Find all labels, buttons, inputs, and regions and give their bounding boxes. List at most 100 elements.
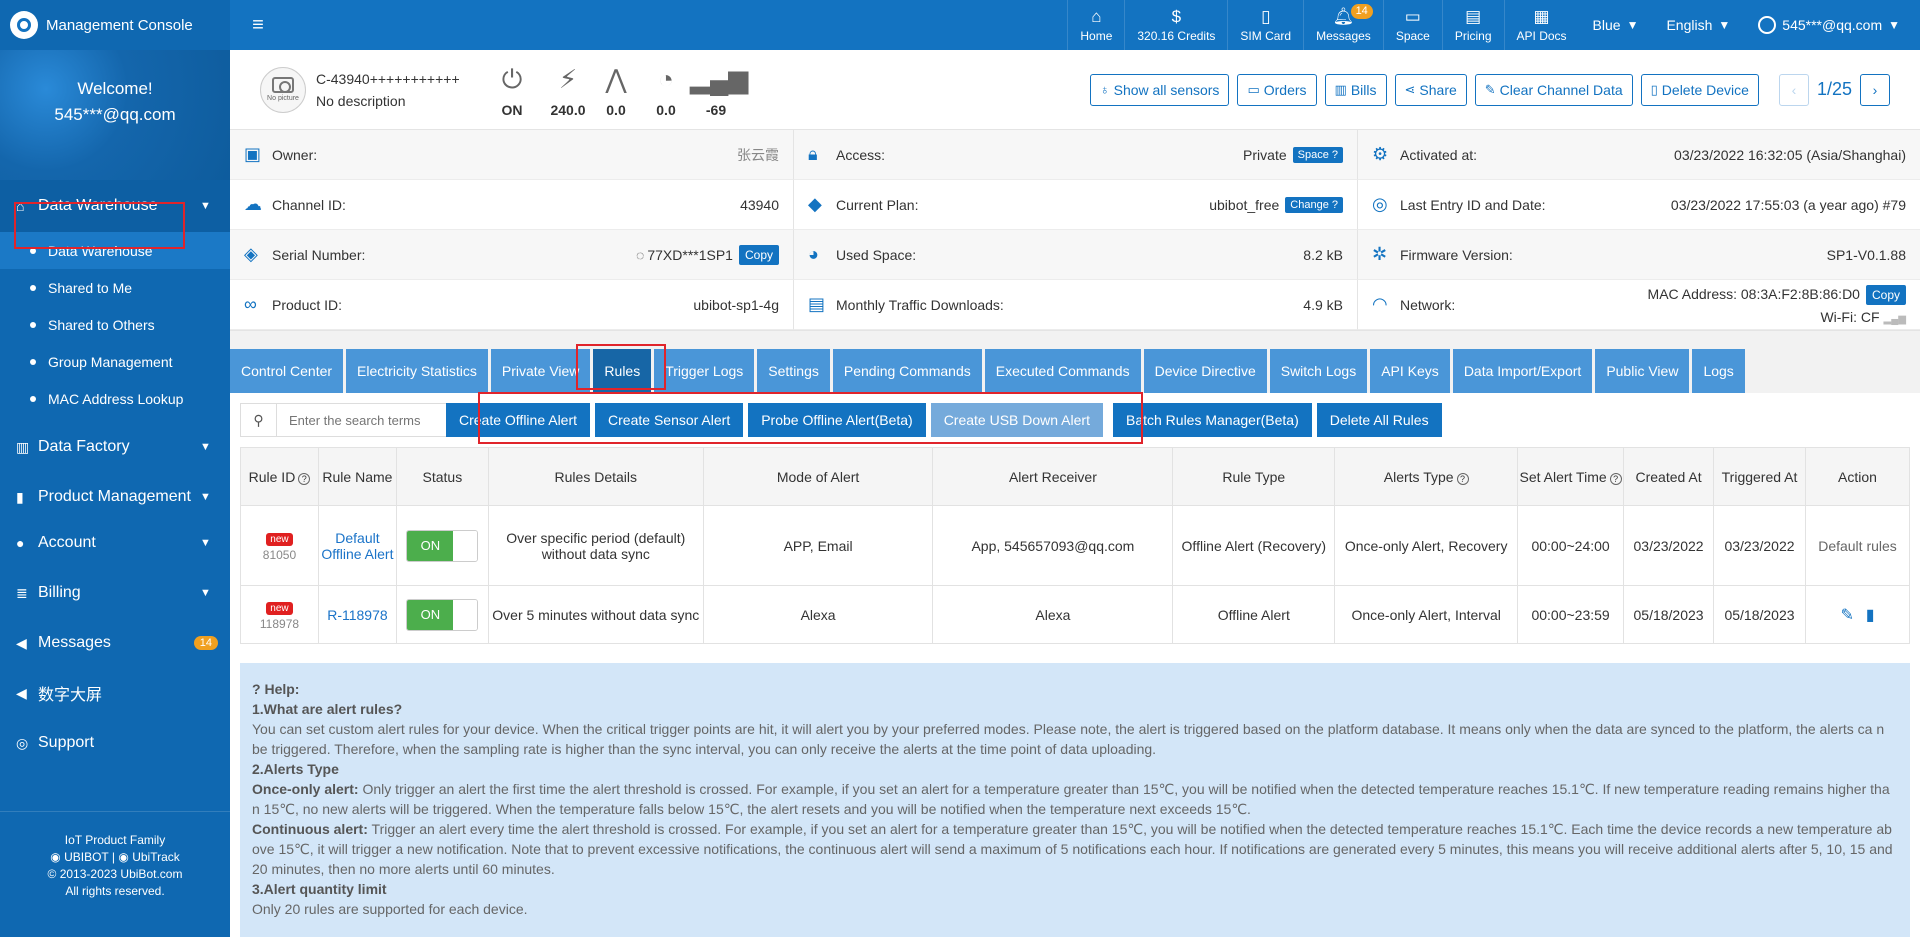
signal-icon: ▂▄▆ (1883, 313, 1906, 325)
next-device-button[interactable]: › (1860, 73, 1890, 106)
cell-alert-receiver: App, 545657093@qq.com (932, 505, 1174, 586)
delete-device-button[interactable]: ▯ Delete Device (1640, 73, 1759, 106)
batch-rules-manager-button[interactable]: Batch Rules Manager(Beta) (1112, 403, 1312, 437)
help-icon[interactable]: ? (298, 472, 311, 485)
new-badge: new (266, 602, 293, 615)
main-content: No picture C-43940+++++++++++ No descrip… (230, 50, 1920, 937)
tab-switch-logs[interactable]: Switch Logs (1269, 349, 1368, 393)
sidebar-group-support[interactable]: ◎ Support (0, 717, 230, 769)
nav-home[interactable]: ⌂ Home (1067, 0, 1124, 50)
nav-messages[interactable]: 🔔︎ 14 Messages (1303, 0, 1383, 50)
probe-offline-alert-button[interactable]: Probe Offline Alert(Beta) (748, 403, 926, 437)
eye-slash-icon[interactable]: ◌ (636, 247, 644, 263)
sidebar-item-shared-to-others[interactable]: Shared to Others (0, 306, 230, 343)
sidebar-group-big-screen[interactable]: ◀ 数字大屏 (0, 667, 230, 719)
footer-brand-ubitrack: UbiTrack (132, 850, 180, 864)
tab-rules[interactable]: Rules (593, 349, 652, 393)
change-plan-button[interactable]: Change ? (1285, 196, 1343, 213)
help-icon[interactable]: ? (1609, 472, 1622, 485)
lightbulb-icon: ♁ (1099, 82, 1110, 97)
tab-public-view[interactable]: Public View (1595, 349, 1690, 393)
info-product-id: ∞ Product ID: ubibot-sp1-4g (230, 280, 794, 330)
tab-data-import-export[interactable]: Data Import/Export (1452, 349, 1593, 393)
help-icon[interactable]: ? (1456, 472, 1469, 485)
user-dropdown[interactable]: 545***@qq.com ▼ (1744, 0, 1920, 50)
signal-icon: ▂▄▆ (690, 63, 749, 94)
sidebar-item-mac-lookup[interactable]: MAC Address Lookup (0, 380, 230, 417)
map-icon: ▥ (1334, 81, 1347, 97)
orders-button[interactable]: ▭ Orders (1237, 73, 1317, 106)
gauge-icon: ◔ (658, 63, 674, 94)
tab-private-view[interactable]: Private View (490, 349, 591, 393)
help-title: ? Help: (252, 679, 1898, 699)
sidebar-group-product-management[interactable]: ▮ Product Management ▼ (0, 471, 230, 523)
nav-pricing[interactable]: ▤ Pricing (1441, 0, 1504, 50)
status-toggle[interactable]: ON (406, 529, 479, 562)
sidebar-item-group-management[interactable]: Group Management (0, 343, 230, 380)
tab-executed-commands[interactable]: Executed Commands (984, 349, 1141, 393)
welcome-text: Welcome! (77, 79, 153, 98)
col-rules-details: Rules Details (487, 447, 704, 506)
bills-button[interactable]: ▥ Bills (1324, 73, 1387, 106)
trash-icon[interactable]: ▮ (1866, 607, 1875, 624)
space-tag-button[interactable]: Space ? (1292, 146, 1343, 163)
tab-pending-commands[interactable]: Pending Commands (832, 349, 982, 393)
device-info-grid: ▣ Owner: 张云霞 🔒︎ Access: Private Space ? … (230, 130, 1920, 331)
create-usb-down-alert-button[interactable]: Create USB Down Alert (930, 403, 1103, 437)
tab-settings[interactable]: Settings (757, 349, 830, 393)
bullet-icon (30, 284, 36, 291)
tab-electricity-statistics[interactable]: Electricity Statistics (346, 349, 488, 393)
search-icon[interactable]: ⚲ (241, 404, 277, 436)
tab-logs[interactable]: Logs (1692, 349, 1745, 393)
edit-icon[interactable]: ✎ (1840, 607, 1853, 624)
megaphone-icon: ◀ (16, 634, 27, 651)
create-offline-alert-button[interactable]: Create Offline Alert (446, 403, 591, 437)
info-value: 43940 (740, 196, 779, 213)
brand[interactable]: Management Console (0, 0, 230, 50)
metric-value: 0.0 (656, 101, 676, 118)
sidebar-group-messages[interactable]: ◀ Messages 14 (0, 617, 230, 669)
toggle-on-label: ON (407, 530, 454, 561)
bookmark-icon: ▮ (16, 488, 24, 505)
sidebar-group-data-warehouse[interactable]: ⌂ Data Warehouse ▼ (0, 180, 230, 232)
rule-name-link[interactable]: Default Offline Alert (321, 530, 393, 562)
prev-device-button[interactable]: ‹ (1778, 73, 1809, 106)
col-rule-id: Rule ID? (240, 447, 319, 506)
info-value: 4.9 kB (1303, 296, 1343, 313)
copy-mac-button[interactable]: Copy (1865, 284, 1906, 305)
clear-channel-data-button[interactable]: ✎ Clear Channel Data (1474, 73, 1633, 106)
sidebar-item-shared-to-me[interactable]: Shared to Me (0, 269, 230, 306)
nav-api-docs[interactable]: ▦ API Docs (1503, 0, 1579, 50)
device-name-block: C-43940+++++++++++ No description (316, 68, 486, 112)
nav-messages-label: Messages (1316, 29, 1371, 43)
sidebar-group-billing[interactable]: ≣ Billing ▼ (0, 567, 230, 619)
tab-control-center[interactable]: Control Center (230, 349, 344, 393)
tab-api-keys[interactable]: API Keys (1370, 349, 1450, 393)
info-label: Serial Number: (272, 246, 366, 263)
language-dropdown[interactable]: English ▼ (1652, 0, 1744, 50)
footer-copyright: © 2013-2023 UbiBot.com (47, 867, 183, 881)
user-email: 545***@qq.com (1782, 17, 1883, 33)
rule-name-link[interactable]: R-118978 (327, 607, 387, 623)
nav-sim-card[interactable]: ▯ SIM Card (1227, 0, 1303, 50)
sidebar-group-account[interactable]: ● Account ▼ (0, 517, 230, 569)
create-sensor-alert-button[interactable]: Create Sensor Alert (595, 403, 744, 437)
tab-device-directive[interactable]: Device Directive (1143, 349, 1267, 393)
menu-toggle-icon[interactable]: ≡ (238, 14, 278, 37)
show-all-sensors-button[interactable]: ♁ Show all sensors (1089, 73, 1230, 106)
theme-dropdown[interactable]: Blue ▼ (1579, 0, 1653, 50)
copy-serial-button[interactable]: Copy (738, 244, 779, 265)
share-button[interactable]: ⋖ Share (1394, 73, 1467, 106)
delete-all-rules-button[interactable]: Delete All Rules (1316, 403, 1442, 437)
sidebar-item-data-warehouse[interactable]: Data Warehouse (0, 232, 230, 269)
sidebar-group-data-factory[interactable]: ▥ Data Factory ▼ (0, 421, 230, 473)
nav-space[interactable]: ▭ Space (1382, 0, 1442, 50)
device-metrics: ⏻ ON ⚡︎ 240.0 ⋀ 0.0 ◔ 0.0 ▂▄▆ -69 (486, 62, 749, 118)
nav-credits[interactable]: $ 320.16 Credits (1124, 0, 1227, 50)
device-picture[interactable]: No picture (260, 66, 306, 113)
eraser-icon: ✎ (1484, 81, 1496, 97)
device-actions: ♁ Show all sensors ▭ Orders ▥ Bills ⋖ Share … (742, 73, 1890, 106)
status-toggle[interactable]: ON (406, 598, 479, 631)
tab-bar: Control Center Electricity Statistics Pr… (230, 331, 1920, 393)
tab-trigger-logs[interactable]: Trigger Logs (654, 349, 755, 393)
